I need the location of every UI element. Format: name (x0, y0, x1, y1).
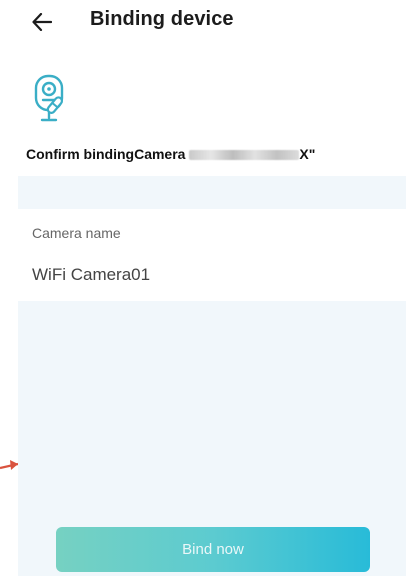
camera-icon (34, 74, 64, 122)
bind-now-button[interactable]: Bind now (56, 527, 370, 572)
binding-device-screen: Binding device Confirm bindingCamera X" … (0, 0, 406, 576)
camera-name-section: Camera name (18, 209, 406, 301)
page-title: Binding device (90, 8, 234, 30)
header: Binding device (0, 0, 406, 44)
arrow-left-icon (32, 13, 52, 31)
confirm-binding-text: Confirm bindingCamera X" (26, 146, 315, 162)
camera-name-label: Camera name (32, 225, 121, 241)
back-button[interactable] (26, 6, 58, 38)
confirm-suffix: X" (299, 146, 316, 162)
camera-name-input[interactable] (28, 261, 396, 289)
panel-spacer-top (18, 176, 406, 209)
confirm-prefix: Confirm bindingCamera (26, 146, 190, 162)
redacted-serial (189, 150, 300, 161)
annotation-arrow-icon (0, 460, 18, 470)
